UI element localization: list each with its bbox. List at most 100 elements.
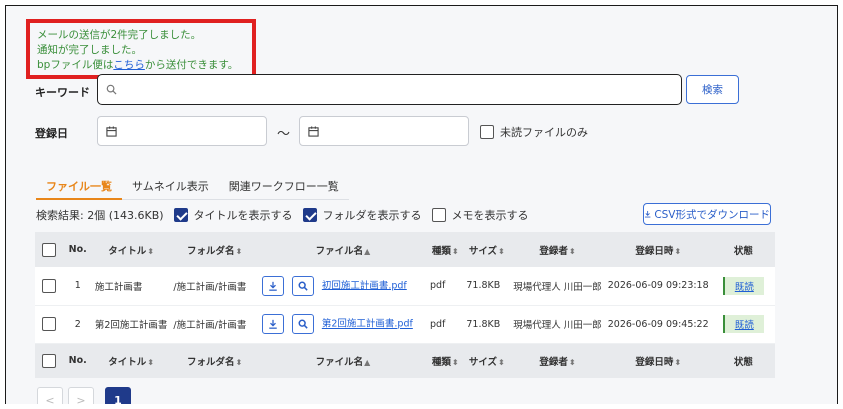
header-folder-label: フォルダ名 [187, 245, 235, 257]
notification-box: メールの送信が2件完了しました。 通知が完了しました。 bpファイル便はこちらか… [26, 19, 256, 79]
download-button[interactable] [261, 275, 284, 296]
cell-no: 1 [63, 267, 92, 306]
header-file[interactable]: ファイル名▲ [258, 232, 427, 267]
header-type-label: 種類 [431, 245, 451, 257]
notice-suffix: から送付できます。 [144, 59, 239, 71]
cell-size: 71.8KB [463, 305, 511, 344]
footer-type-label: 種類 [431, 356, 451, 368]
footer-folder[interactable]: フォルダ名⬍ [170, 343, 259, 378]
header-date[interactable]: 登録日時⬍ [604, 232, 712, 267]
sort-icon: ⬍ [451, 357, 459, 367]
sort-icon: ⬍ [498, 246, 505, 256]
footer-size-label: サイズ [468, 356, 498, 368]
file-table: No. タイトル⬍ フォルダ名⬍ ファイル名▲ 種類⬍ サイズ⬍ 登録者⬍ 登録… [35, 232, 775, 378]
sort-icon: ⬍ [451, 246, 459, 256]
header-status: 状態 [711, 232, 775, 267]
cell-file: 初回施工計画書.pdf [258, 267, 427, 306]
cell-size: 71.8KB [463, 267, 511, 306]
page-1-button[interactable]: 1 [105, 387, 131, 404]
keyword-input-wrapper[interactable] [97, 74, 682, 105]
header-size[interactable]: サイズ⬍ [463, 232, 511, 267]
footer-folder-label: フォルダ名 [187, 356, 235, 368]
header-no: No. [63, 232, 92, 267]
show-memo-checkbox[interactable] [431, 208, 446, 222]
select-all-cell [35, 232, 64, 267]
sort-icon: ⬍ [235, 246, 243, 256]
file-name-link[interactable]: 第2回施工計画書.pdf [322, 319, 413, 330]
show-memo-label: メモを表示する [451, 209, 529, 222]
footer-size[interactable]: サイズ⬍ [463, 343, 511, 378]
header-title[interactable]: タイトル⬍ [91, 232, 171, 267]
sort-asc-icon: ▲ [364, 246, 371, 256]
csv-download-label: CSV形式でダウンロード [654, 208, 770, 221]
date-to-input[interactable] [299, 116, 469, 146]
sort-icon: ⬍ [674, 357, 682, 367]
download-icon [644, 210, 651, 218]
footer-title-label: タイトル [108, 356, 147, 368]
status-badge[interactable]: 既読 [722, 315, 764, 333]
unread-only-checkbox[interactable] [480, 125, 494, 139]
show-title-checkbox[interactable] [173, 208, 188, 222]
header-file-label: ファイル名 [315, 245, 364, 257]
tab-thumbnail[interactable]: サムネイル表示 [122, 176, 219, 200]
footer-type[interactable]: 種類⬍ [426, 343, 464, 378]
select-all-checkbox[interactable] [42, 353, 57, 368]
tab-file-list[interactable]: ファイル一覧 [36, 176, 122, 200]
header-title-label: タイトル [108, 245, 147, 257]
sort-icon: ⬍ [147, 357, 154, 367]
prev-page-button[interactable]: < [37, 387, 63, 404]
sort-icon: ⬍ [147, 246, 154, 256]
footer-date[interactable]: 登録日時⬍ [604, 343, 712, 378]
results-bar: 検索結果: 2個 (143.6KB) タイトルを表示する フォルダを表示する メ… [36, 207, 529, 223]
app-frame: メールの送信が2件完了しました。 通知が完了しました。 bpファイル便はこちらか… [5, 5, 838, 404]
notice-line-3: bpファイル便はこちらから送付できます。 [37, 58, 252, 73]
unread-only-option[interactable]: 未読ファイルのみ [480, 124, 588, 140]
cell-no: 2 [63, 305, 92, 344]
show-title-label: タイトルを表示する [193, 209, 293, 222]
notice-line-1: メールの送信が2件完了しました。 [37, 29, 202, 41]
select-all-checkbox[interactable] [42, 242, 57, 257]
footer-user[interactable]: 登録者⬍ [510, 343, 605, 378]
preview-button[interactable] [291, 314, 314, 334]
keyword-input[interactable] [121, 83, 639, 96]
csv-download-button[interactable]: CSV形式でダウンロード [643, 203, 771, 225]
row-checkbox[interactable] [42, 317, 57, 331]
unread-only-label: 未読ファイルのみ [500, 126, 588, 139]
pagination: < > 1 [37, 387, 131, 404]
show-memo-option[interactable]: メモを表示する [431, 207, 529, 223]
magnifier-icon [298, 281, 308, 291]
show-title-option[interactable]: タイトルを表示する [173, 207, 293, 223]
status-badge[interactable]: 既読 [722, 276, 764, 295]
table-footer-row: No. タイトル⬍ フォルダ名⬍ ファイル名▲ 種類⬍ サイズ⬍ 登録者⬍ 登録… [35, 343, 775, 378]
registration-date-label: 登録日 [35, 127, 68, 140]
cell-status: 既読 [711, 267, 775, 306]
header-user[interactable]: 登録者⬍ [510, 232, 605, 267]
magnifier-icon [298, 319, 308, 329]
footer-title[interactable]: タイトル⬍ [91, 343, 171, 378]
search-button[interactable]: 検索 [686, 75, 739, 104]
cell-date: 2026-06-09 09:23:18 [604, 267, 712, 306]
row-select-cell [35, 305, 64, 344]
sort-icon: ⬍ [674, 246, 682, 256]
show-folder-checkbox[interactable] [302, 208, 317, 222]
cell-date: 2026-06-09 09:45:22 [604, 305, 712, 344]
date-from-input[interactable] [97, 116, 267, 146]
cell-user: 現場代理人 川田一郎 [510, 267, 605, 306]
cell-title: 第2回施工計画書 [91, 305, 171, 344]
cell-folder: /施工計画/計画書 [170, 305, 259, 344]
row-checkbox[interactable] [42, 278, 57, 293]
footer-file[interactable]: ファイル名▲ [258, 343, 427, 378]
file-name-link[interactable]: 初回施工計画書.pdf [322, 280, 407, 291]
preview-button[interactable] [291, 275, 314, 296]
download-icon [269, 281, 277, 291]
header-type[interactable]: 種類⬍ [426, 232, 464, 267]
show-folder-option[interactable]: フォルダを表示する [302, 207, 422, 223]
sort-icon: ⬍ [235, 357, 243, 367]
keyword-label: キーワード [35, 86, 90, 99]
header-folder[interactable]: フォルダ名⬍ [170, 232, 259, 267]
download-button[interactable] [261, 314, 284, 334]
tab-related-workflow[interactable]: 関連ワークフロー一覧 [218, 176, 349, 200]
notice-line-2: 通知が完了しました。 [37, 44, 142, 56]
next-page-button[interactable]: > [68, 387, 94, 404]
notice-here-link[interactable]: こちら [113, 59, 145, 71]
